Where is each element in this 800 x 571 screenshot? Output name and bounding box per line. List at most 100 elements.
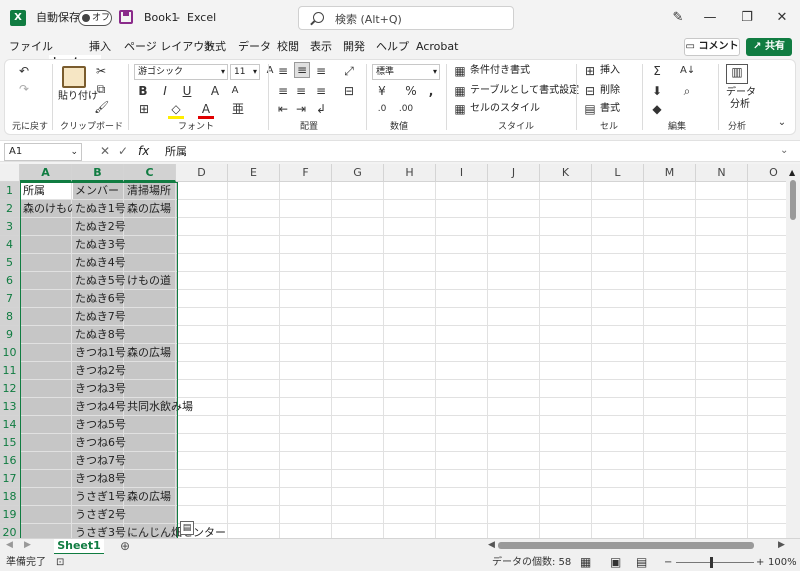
row-header-17[interactable]: 17 [0,470,20,488]
name-box[interactable]: A1 ⌄ [4,143,82,161]
wrap-icon[interactable]: ↲ [314,102,328,116]
cut-icon[interactable]: ✂ [94,64,108,78]
insert-function-button[interactable]: fx [138,143,149,159]
font-size-select[interactable]: 11 ▾ [230,64,260,80]
row-header-18[interactable]: 18 [0,488,20,506]
page-layout-view-icon[interactable]: ▣ [610,554,621,571]
spreadsheet-grid[interactable]: A B C D E F G H I J K L M N O 1 2 3 4 5 6 7 8 9 10 11 12 13 14 15 16 17… [0,164,786,540]
select-all-corner[interactable] [0,164,20,182]
close-icon[interactable]: ✕ [772,8,792,28]
column-header-f[interactable]: F [280,164,332,182]
column-header-e[interactable]: E [228,164,280,182]
horizontal-scroll-thumb[interactable] [498,542,754,549]
row-header-3[interactable]: 3 [0,218,20,236]
row-header-13[interactable]: 13 [0,398,20,416]
comma-icon[interactable]: , [424,84,438,98]
row-header-16[interactable]: 16 [0,452,20,470]
row-header-8[interactable]: 8 [0,308,20,326]
zoom-slider-thumb[interactable] [710,557,713,568]
column-header-k[interactable]: K [540,164,592,182]
align-middle-icon[interactable]: ≡ [294,62,310,78]
scroll-right-icon[interactable]: ▶ [778,540,785,550]
zoom-out-icon[interactable]: − [664,554,672,571]
copy-icon[interactable]: ⧉ [94,82,108,96]
collapse-ribbon-icon[interactable]: ⌄ [776,116,788,130]
row-header-7[interactable]: 7 [0,290,20,308]
zoom-level[interactable]: 100% [768,554,797,571]
currency-icon[interactable]: ¥ [374,84,390,98]
column-header-c[interactable]: C [124,164,176,182]
font-name-select[interactable]: 游ゴシック ▾ [134,64,228,80]
quick-analysis-icon[interactable]: ▤ [180,521,194,535]
find-icon[interactable]: ⌕ [680,84,694,98]
analyze-label-2[interactable]: 分析 [730,98,750,112]
page-break-view-icon[interactable]: ▤ [636,554,647,571]
column-header-o[interactable]: O [748,164,786,182]
column-header-h[interactable]: H [384,164,436,182]
tab-acrobat[interactable]: Acrobat [416,39,458,55]
align-left-icon[interactable]: ≡ [276,84,290,98]
scroll-left-icon[interactable]: ◀ [488,540,495,550]
pen-icon[interactable]: ✎ [668,8,688,28]
formula-input[interactable]: 所属 [165,144,187,160]
row-header-10[interactable]: 10 [0,344,20,362]
column-header-m[interactable]: M [644,164,696,182]
row-header-1[interactable]: 1 [0,182,20,200]
tab-file[interactable]: ファイル [9,39,53,55]
row-header-11[interactable]: 11 [0,362,20,380]
save-icon[interactable] [119,10,133,24]
font-grow-icon[interactable]: A [264,64,276,78]
fill-color-icon[interactable]: ◇ [168,102,184,119]
align-bottom-icon[interactable]: ≡ [314,64,328,78]
expand-formula-icon[interactable]: ⌄ [780,143,788,159]
percent-icon[interactable]: % [404,84,418,98]
sort-filter-icon[interactable]: A↓ [680,64,695,78]
tab-formulas[interactable]: 数式 [204,39,226,55]
format-cells-button[interactable]: 書式 [600,102,620,116]
minimize-icon[interactable]: — [700,8,720,28]
comment-button[interactable]: ▭ コメント [684,38,740,56]
row-header-12[interactable]: 12 [0,380,20,398]
tab-data[interactable]: データ [238,39,271,55]
column-header-g[interactable]: G [332,164,384,182]
paste-label[interactable]: 貼り付け [58,90,98,104]
clear-icon[interactable]: ◆ [650,102,664,116]
autosum-icon[interactable]: Σ [650,64,664,78]
merge-icon[interactable]: ⊟ [342,84,356,98]
column-header-d[interactable]: D [176,164,228,182]
scroll-up-icon[interactable]: ▲ [789,168,795,177]
tab-developer[interactable]: 開発 [343,39,365,55]
bold-icon[interactable]: B [136,84,150,98]
column-header-i[interactable]: I [436,164,488,182]
number-format-select[interactable]: 標準 ▾ [372,64,440,80]
italic-icon[interactable]: I [158,84,172,98]
zoom-in-icon[interactable]: + [756,554,764,571]
indent-increase-icon[interactable]: ⇥ [294,102,308,116]
zoom-slider[interactable] [676,562,754,563]
enter-icon[interactable]: ✓ [118,143,128,159]
undo-icon[interactable]: ↶ [16,64,32,78]
decrease-decimal-icon[interactable]: .00 [398,102,414,116]
restore-icon[interactable]: ❐ [737,8,757,28]
font-increase-icon[interactable]: A [208,84,222,98]
row-header-5[interactable]: 5 [0,254,20,272]
phonetic-icon[interactable]: 亜 [230,102,246,116]
conditional-format-button[interactable]: 条件付き書式 [470,64,530,78]
share-button[interactable]: ↗ 共有 [746,38,792,56]
column-header-b[interactable]: B [72,164,124,182]
column-header-l[interactable]: L [592,164,644,182]
paste-icon[interactable] [62,66,86,88]
table-format-button[interactable]: テーブルとして書式設定 [470,84,579,98]
font-decrease-icon[interactable]: A [228,84,242,98]
delete-cells-button[interactable]: 削除 [600,84,620,98]
row-header-4[interactable]: 4 [0,236,20,254]
add-sheet-icon[interactable]: ⊕ [120,539,130,553]
tab-page-layout[interactable]: ページ レイアウト [124,39,215,55]
font-color-icon[interactable]: A [198,102,214,119]
tab-insert[interactable]: 挿入 [89,39,111,55]
autosave-toggle[interactable]: オフ [78,10,112,26]
search-box[interactable]: 検索 (Alt+Q) [298,6,514,30]
fill-icon[interactable]: ⬇ [650,84,664,98]
normal-view-icon[interactable]: ▦ [580,554,591,571]
orientation-icon[interactable]: ⤢ [342,64,356,78]
